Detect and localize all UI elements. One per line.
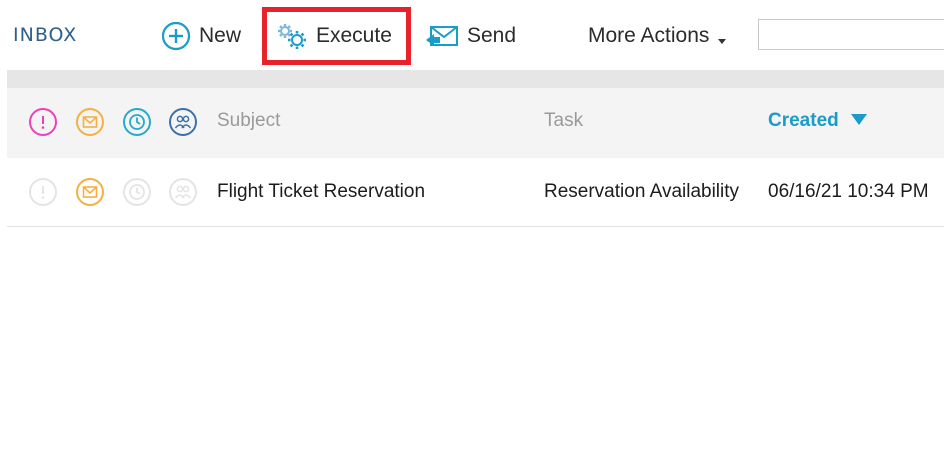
more-actions-dropdown[interactable]: More Actions xyxy=(588,20,727,52)
envelope-send-icon xyxy=(425,24,459,48)
message-icon xyxy=(76,178,104,206)
row-subject[interactable]: Flight Ticket Reservation xyxy=(217,181,425,203)
row-created: 06/16/21 10:34 PM xyxy=(768,181,929,202)
new-label: New xyxy=(199,24,242,47)
new-button[interactable]: New xyxy=(161,20,241,52)
execute-button[interactable]: Execute xyxy=(276,20,392,52)
table-header-row: Subject Task Created xyxy=(7,88,944,158)
priority-icon[interactable] xyxy=(29,108,57,136)
toolbar: INBOX New Execute Send More Actions xyxy=(0,0,944,70)
chevron-down-icon xyxy=(718,38,727,44)
message-icon[interactable] xyxy=(76,108,104,136)
created-header-label: Created xyxy=(768,110,839,131)
execute-label: Execute xyxy=(316,24,392,47)
search-input[interactable] xyxy=(758,19,944,50)
clock-icon[interactable] xyxy=(123,108,151,136)
priority-icon xyxy=(29,178,57,206)
subject-column-header[interactable]: Subject xyxy=(217,110,280,132)
plus-circle-icon xyxy=(161,21,191,51)
send-button[interactable]: Send xyxy=(425,20,516,52)
row-task: Reservation Availability xyxy=(544,181,740,202)
inbox-title: INBOX xyxy=(13,24,78,46)
task-column-header[interactable]: Task xyxy=(544,110,583,132)
group-icon[interactable] xyxy=(169,108,197,136)
created-column-header[interactable]: Created xyxy=(768,110,867,132)
group-icon xyxy=(169,178,197,206)
sort-descending-icon xyxy=(850,114,867,125)
send-label: Send xyxy=(467,24,517,47)
gears-icon xyxy=(276,22,308,50)
clock-icon xyxy=(123,178,151,206)
more-actions-label: More Actions xyxy=(588,24,710,47)
toolbar-divider-band xyxy=(7,70,944,88)
table-row[interactable]: Flight Ticket Reservation Reservation Av… xyxy=(7,158,944,227)
